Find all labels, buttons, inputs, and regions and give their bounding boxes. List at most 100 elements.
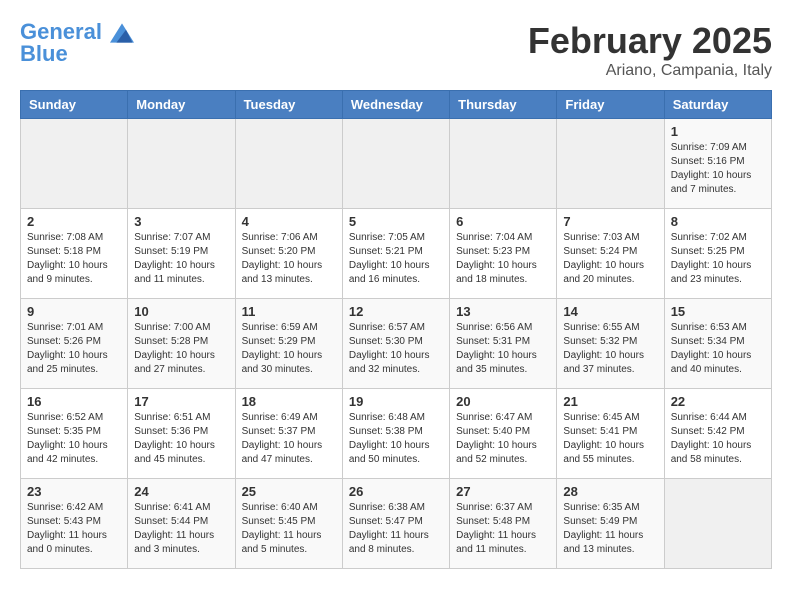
calendar-cell: 22 Sunrise: 6:44 AM Sunset: 5:42 PM Dayli… (664, 389, 771, 479)
calendar-cell: 18 Sunrise: 6:49 AM Sunset: 5:37 PM Dayli… (235, 389, 342, 479)
day-info: Sunrise: 6:38 AM Sunset: 5:47 PM Dayligh… (349, 501, 443, 557)
day-info: Sunrise: 6:47 AM Sunset: 5:40 PM Dayligh… (456, 411, 550, 467)
calendar-cell: 8 Sunrise: 7:02 AM Sunset: 5:25 PM Daylig… (664, 209, 771, 299)
day-number: 22 (671, 394, 765, 409)
weekday-header: Monday (128, 91, 235, 119)
day-number: 27 (456, 484, 550, 499)
calendar-cell: 26 Sunrise: 6:38 AM Sunset: 5:47 PM Dayli… (342, 479, 449, 569)
calendar-cell: 11 Sunrise: 6:59 AM Sunset: 5:29 PM Dayli… (235, 299, 342, 389)
day-number: 18 (242, 394, 336, 409)
calendar-cell (557, 119, 664, 209)
day-info: Sunrise: 7:05 AM Sunset: 5:21 PM Dayligh… (349, 231, 443, 287)
calendar-cell: 4 Sunrise: 7:06 AM Sunset: 5:20 PM Daylig… (235, 209, 342, 299)
day-number: 10 (134, 304, 228, 319)
calendar-cell: 3 Sunrise: 7:07 AM Sunset: 5:19 PM Daylig… (128, 209, 235, 299)
day-info: Sunrise: 6:42 AM Sunset: 5:43 PM Dayligh… (27, 501, 121, 557)
calendar-week-row: 16 Sunrise: 6:52 AM Sunset: 5:35 PM Dayli… (21, 389, 772, 479)
weekday-header: Wednesday (342, 91, 449, 119)
day-info: Sunrise: 7:01 AM Sunset: 5:26 PM Dayligh… (27, 321, 121, 377)
calendar-cell: 23 Sunrise: 6:42 AM Sunset: 5:43 PM Dayli… (21, 479, 128, 569)
day-number: 12 (349, 304, 443, 319)
calendar-cell: 24Sunrise: 6:41 AM Sunset: 5:44 PM Dayli… (128, 479, 235, 569)
calendar-cell (235, 119, 342, 209)
day-number: 8 (671, 214, 765, 229)
page-header: General Blue February 2025 Ariano, Campa… (20, 20, 772, 80)
calendar-cell: 28 Sunrise: 6:35 AM Sunset: 5:49 PM Dayli… (557, 479, 664, 569)
weekday-header: Sunday (21, 91, 128, 119)
day-number: 16 (27, 394, 121, 409)
logo: General Blue (20, 20, 134, 67)
calendar-cell: 17 Sunrise: 6:51 AM Sunset: 5:36 PM Dayli… (128, 389, 235, 479)
day-info: Sunrise: 6:40 AM Sunset: 5:45 PM Dayligh… (242, 501, 336, 557)
day-number: 25 (242, 484, 336, 499)
day-number: 20 (456, 394, 550, 409)
day-info: Sunrise: 6:44 AM Sunset: 5:42 PM Dayligh… (671, 411, 765, 467)
day-number: 17 (134, 394, 228, 409)
calendar-cell: 12 Sunrise: 6:57 AM Sunset: 5:30 PM Dayli… (342, 299, 449, 389)
weekday-header: Thursday (450, 91, 557, 119)
day-number: 13 (456, 304, 550, 319)
day-number: 26 (349, 484, 443, 499)
day-info: Sunrise: 6:55 AM Sunset: 5:32 PM Dayligh… (563, 321, 657, 377)
calendar-week-row: 1 Sunrise: 7:09 AM Sunset: 5:16 PM Daylig… (21, 119, 772, 209)
day-number: 5 (349, 214, 443, 229)
day-info: Sunrise: 7:00 AM Sunset: 5:28 PM Dayligh… (134, 321, 228, 377)
calendar-cell: 16 Sunrise: 6:52 AM Sunset: 5:35 PM Dayli… (21, 389, 128, 479)
calendar-cell (128, 119, 235, 209)
day-info: Sunrise: 6:56 AM Sunset: 5:31 PM Dayligh… (456, 321, 550, 377)
day-info: Sunrise: 7:02 AM Sunset: 5:25 PM Dayligh… (671, 231, 765, 287)
calendar-cell: 9 Sunrise: 7:01 AM Sunset: 5:26 PM Daylig… (21, 299, 128, 389)
calendar-cell: 15Sunrise: 6:53 AM Sunset: 5:34 PM Dayli… (664, 299, 771, 389)
weekday-header: Tuesday (235, 91, 342, 119)
day-info: Sunrise: 7:08 AM Sunset: 5:18 PM Dayligh… (27, 231, 121, 287)
day-number: 19 (349, 394, 443, 409)
calendar-week-row: 2 Sunrise: 7:08 AM Sunset: 5:18 PM Daylig… (21, 209, 772, 299)
calendar-cell: 19 Sunrise: 6:48 AM Sunset: 5:38 PM Dayli… (342, 389, 449, 479)
day-info: Sunrise: 7:04 AM Sunset: 5:23 PM Dayligh… (456, 231, 550, 287)
calendar-cell (21, 119, 128, 209)
day-info: Sunrise: 7:09 AM Sunset: 5:16 PM Dayligh… (671, 141, 765, 197)
weekday-header: Saturday (664, 91, 771, 119)
day-info: Sunrise: 7:03 AM Sunset: 5:24 PM Dayligh… (563, 231, 657, 287)
day-number: 21 (563, 394, 657, 409)
day-info: Sunrise: 6:35 AM Sunset: 5:49 PM Dayligh… (563, 501, 657, 557)
calendar-cell: 21Sunrise: 6:45 AM Sunset: 5:41 PM Dayli… (557, 389, 664, 479)
calendar-cell: 5 Sunrise: 7:05 AM Sunset: 5:21 PM Daylig… (342, 209, 449, 299)
calendar-cell: 1 Sunrise: 7:09 AM Sunset: 5:16 PM Daylig… (664, 119, 771, 209)
day-number: 28 (563, 484, 657, 499)
day-info: Sunrise: 7:07 AM Sunset: 5:19 PM Dayligh… (134, 231, 228, 287)
day-number: 6 (456, 214, 550, 229)
day-number: 2 (27, 214, 121, 229)
title-block: February 2025 Ariano, Campania, Italy (528, 20, 772, 80)
day-number: 4 (242, 214, 336, 229)
day-info: Sunrise: 6:41 AM Sunset: 5:44 PM Dayligh… (134, 501, 228, 557)
day-number: 11 (242, 304, 336, 319)
location-subtitle: Ariano, Campania, Italy (528, 62, 772, 80)
day-info: Sunrise: 7:06 AM Sunset: 5:20 PM Dayligh… (242, 231, 336, 287)
calendar-cell (342, 119, 449, 209)
calendar-table: SundayMondayTuesdayWednesdayThursdayFrid… (20, 90, 772, 569)
day-number: 9 (27, 304, 121, 319)
day-info: Sunrise: 6:37 AM Sunset: 5:48 PM Dayligh… (456, 501, 550, 557)
calendar-week-row: 23 Sunrise: 6:42 AM Sunset: 5:43 PM Dayli… (21, 479, 772, 569)
day-number: 23 (27, 484, 121, 499)
day-info: Sunrise: 6:49 AM Sunset: 5:37 PM Dayligh… (242, 411, 336, 467)
calendar-header-row: SundayMondayTuesdayWednesdayThursdayFrid… (21, 91, 772, 119)
calendar-cell: 10 Sunrise: 7:00 AM Sunset: 5:28 PM Dayli… (128, 299, 235, 389)
calendar-cell (664, 479, 771, 569)
calendar-cell: 6 Sunrise: 7:04 AM Sunset: 5:23 PM Daylig… (450, 209, 557, 299)
calendar-cell: 20 Sunrise: 6:47 AM Sunset: 5:40 PM Dayli… (450, 389, 557, 479)
day-info: Sunrise: 6:59 AM Sunset: 5:29 PM Dayligh… (242, 321, 336, 377)
calendar-cell: 14Sunrise: 6:55 AM Sunset: 5:32 PM Dayli… (557, 299, 664, 389)
day-info: Sunrise: 6:57 AM Sunset: 5:30 PM Dayligh… (349, 321, 443, 377)
calendar-cell: 13 Sunrise: 6:56 AM Sunset: 5:31 PM Dayli… (450, 299, 557, 389)
day-number: 1 (671, 124, 765, 139)
month-title: February 2025 (528, 20, 772, 62)
calendar-week-row: 9 Sunrise: 7:01 AM Sunset: 5:26 PM Daylig… (21, 299, 772, 389)
calendar-cell: 2 Sunrise: 7:08 AM Sunset: 5:18 PM Daylig… (21, 209, 128, 299)
day-info: Sunrise: 6:52 AM Sunset: 5:35 PM Dayligh… (27, 411, 121, 467)
day-info: Sunrise: 6:51 AM Sunset: 5:36 PM Dayligh… (134, 411, 228, 467)
weekday-header: Friday (557, 91, 664, 119)
day-number: 3 (134, 214, 228, 229)
day-info: Sunrise: 6:48 AM Sunset: 5:38 PM Dayligh… (349, 411, 443, 467)
